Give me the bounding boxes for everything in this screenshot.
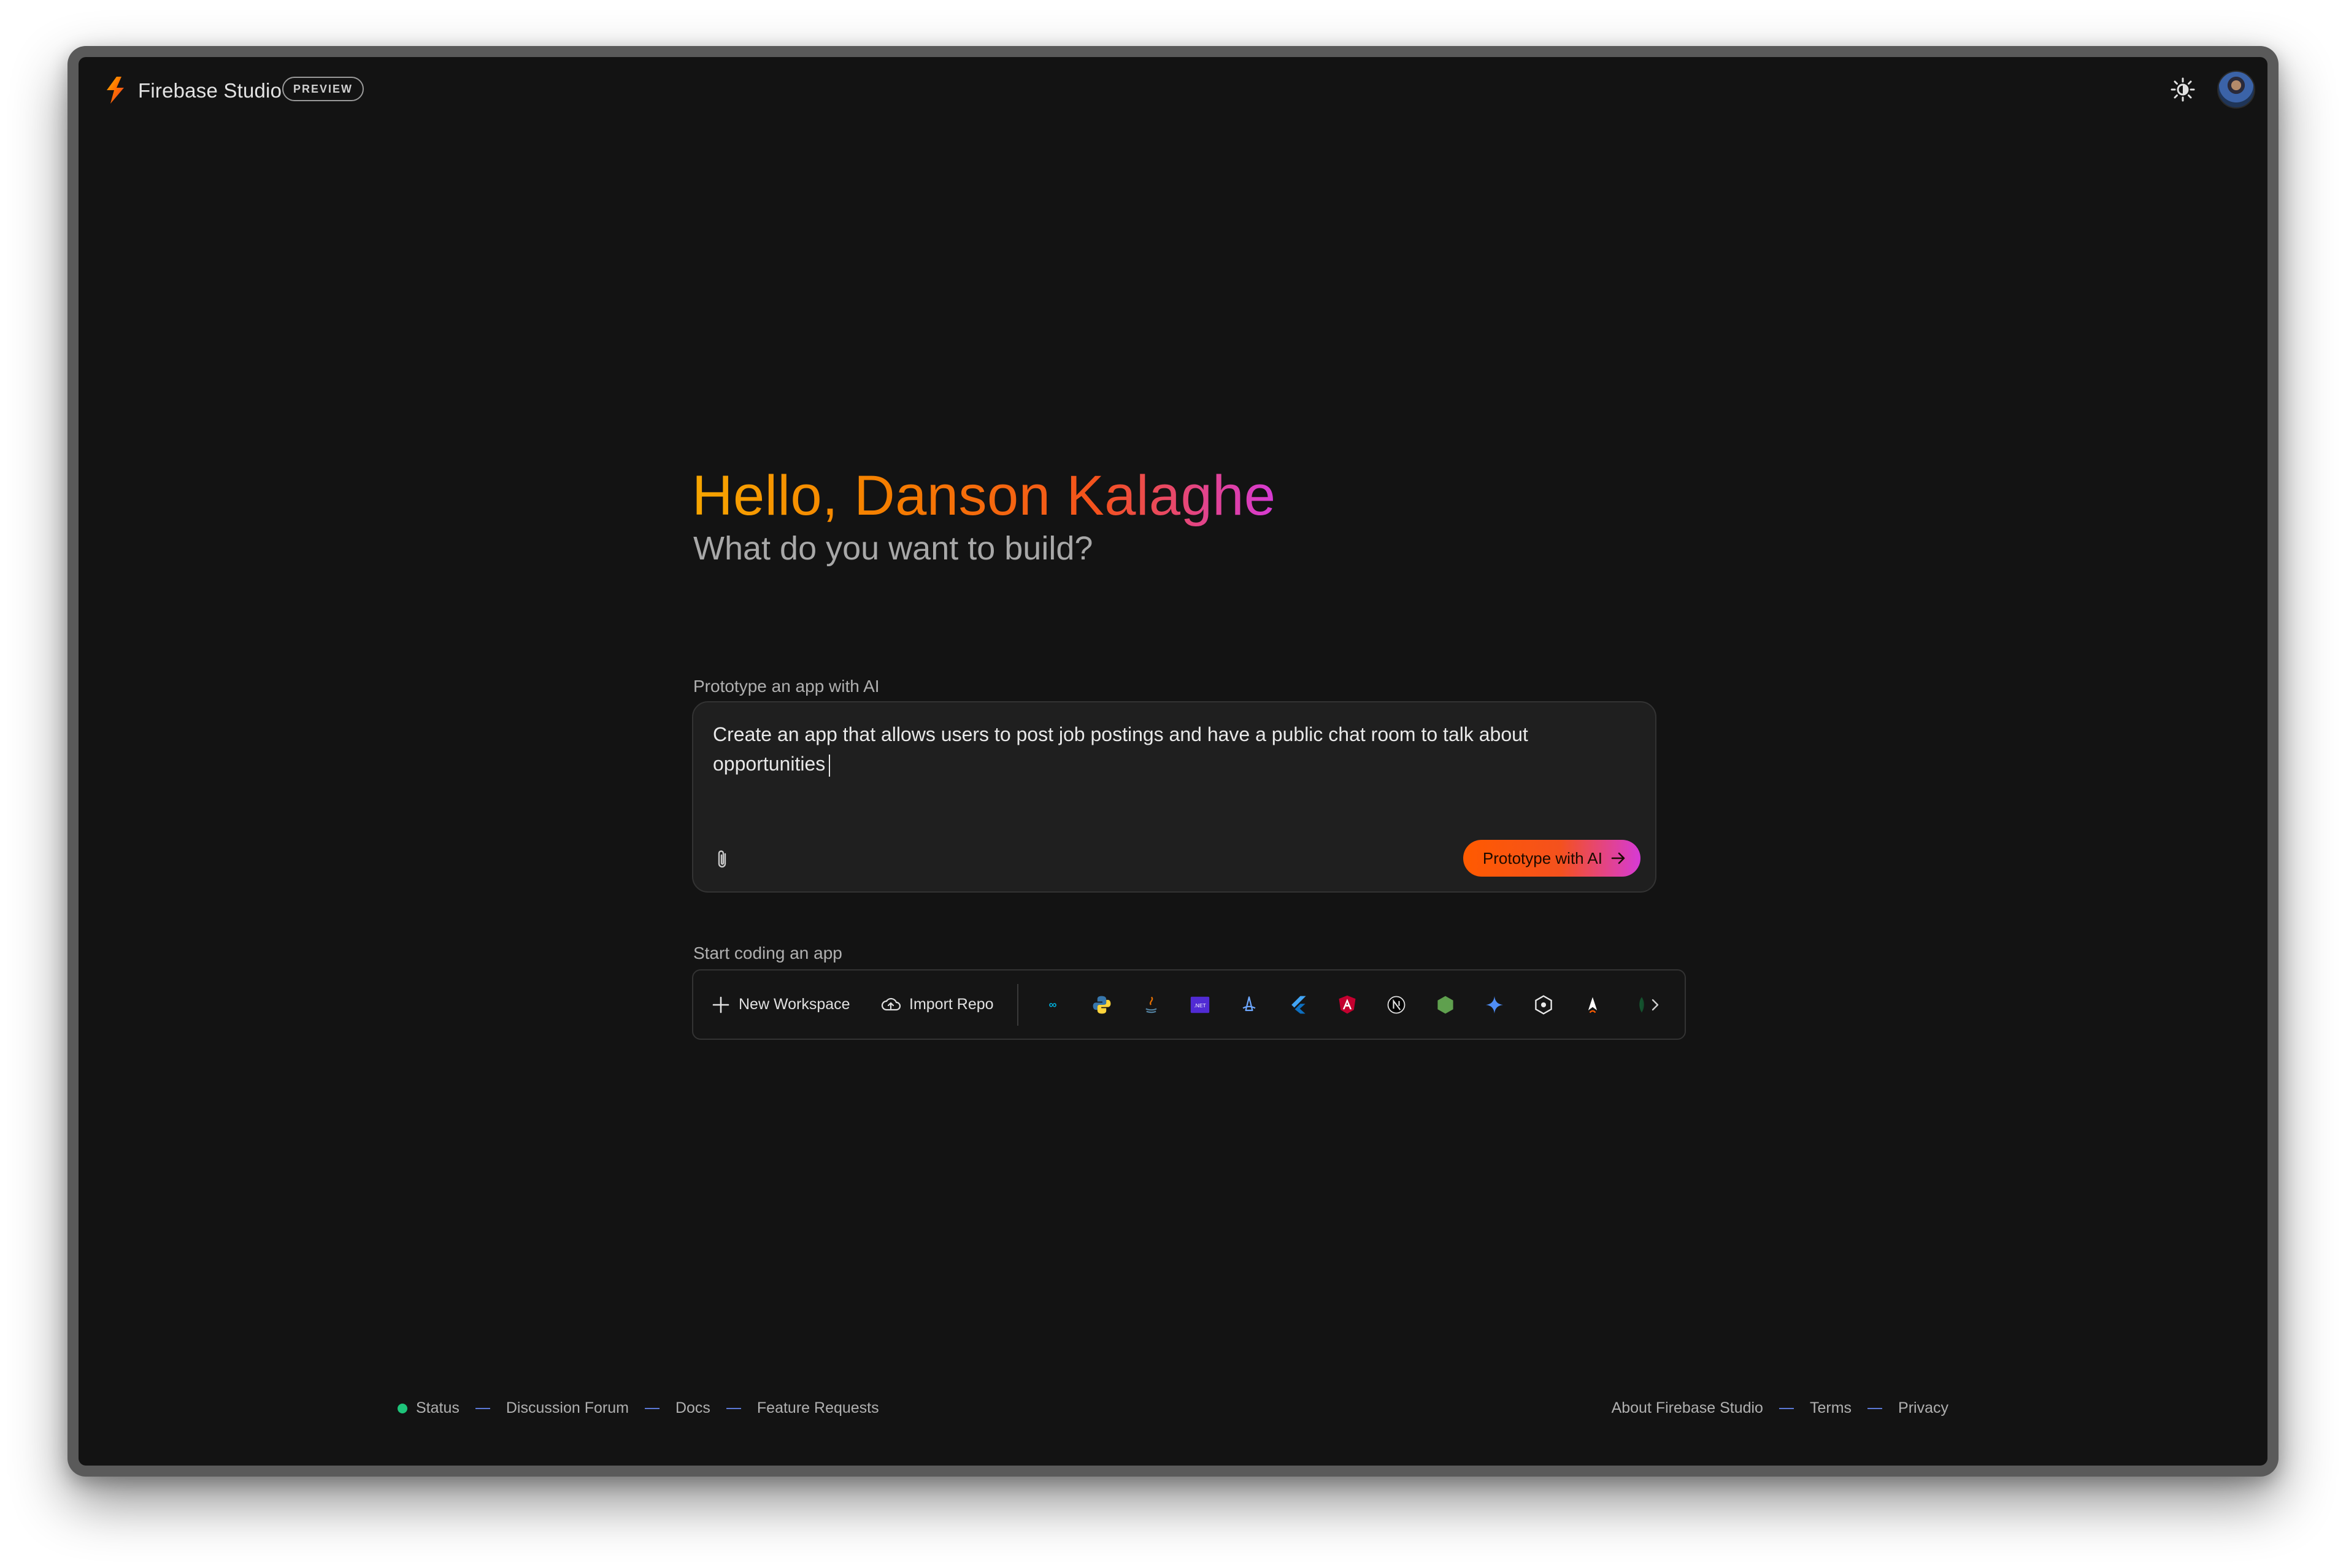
bar-divider [1017, 984, 1018, 1026]
footer-separator [1867, 1407, 1883, 1409]
coding-section-label: Start coding an app [693, 943, 842, 963]
footer-separator [1779, 1407, 1794, 1409]
top-bar: Firebase Studio PREVIEW [79, 57, 2267, 118]
svg-text:∞: ∞ [1049, 998, 1057, 1010]
nextjs-icon[interactable] [1383, 991, 1410, 1018]
browser-window: Firebase Studio PREVIEW Hello, Danson Ka… [67, 46, 2279, 1477]
status-indicator-icon [398, 1403, 407, 1413]
text-caret [829, 754, 831, 777]
prompt-text-value: Create an app that allows users to post … [713, 723, 1528, 775]
greeting-subtitle: What do you want to build? [693, 530, 1093, 567]
astro-a-icon[interactable] [1579, 991, 1606, 1018]
paperclip-icon [718, 850, 726, 868]
footer-docs-link[interactable]: Docs [675, 1399, 710, 1417]
start-coding-bar: New Workspace Import Repo ∞ .NET [692, 969, 1686, 1040]
footer-discussion-forum-link[interactable]: Discussion Forum [506, 1399, 629, 1417]
astro-icon[interactable] [1236, 991, 1263, 1018]
svg-text:.NET: .NET [1194, 1002, 1206, 1009]
go-icon[interactable]: ∞ [1039, 991, 1066, 1018]
brand-name[interactable]: Firebase Studio [138, 79, 282, 102]
greeting-title: Hello, Danson Kalaghe [692, 464, 1276, 527]
prototype-with-ai-button[interactable]: Prototype with AI [1463, 840, 1640, 877]
import-repo-label: Import Repo [909, 996, 994, 1013]
prompt-input-box[interactable]: Create an app that allows users to post … [692, 701, 1656, 893]
hexagon-icon[interactable] [1530, 991, 1557, 1018]
footer-status-link[interactable]: Status [416, 1399, 460, 1417]
brightness-icon [2171, 77, 2195, 102]
footer-privacy-link[interactable]: Privacy [1898, 1399, 1948, 1417]
attach-button[interactable] [710, 847, 735, 872]
app-screen: Firebase Studio PREVIEW Hello, Danson Ka… [79, 57, 2267, 1466]
new-workspace-button[interactable]: New Workspace [712, 970, 850, 1039]
new-workspace-label: New Workspace [739, 996, 850, 1013]
cloud-upload-icon [881, 997, 901, 1010]
java-icon[interactable] [1137, 991, 1164, 1018]
flutter-icon[interactable] [1285, 991, 1312, 1018]
scroll-next-button[interactable] [1638, 988, 1672, 1022]
chevron-right-icon [1652, 999, 1659, 1011]
prototype-button-label: Prototype with AI [1482, 848, 1602, 867]
footer-separator [644, 1407, 660, 1409]
import-repo-button[interactable]: Import Repo [881, 970, 994, 1039]
preview-badge: PREVIEW [282, 77, 364, 101]
theme-toggle-button[interactable] [2169, 75, 2197, 104]
gemini-icon[interactable] [1481, 991, 1508, 1018]
nodejs-icon[interactable] [1432, 991, 1459, 1018]
prompt-textarea[interactable]: Create an app that allows users to post … [713, 720, 1609, 778]
angular-icon[interactable] [1334, 991, 1361, 1018]
prototype-section-label: Prototype an app with AI [693, 677, 880, 696]
arrow-right-icon [1611, 852, 1625, 864]
footer-about-link[interactable]: About Firebase Studio [1612, 1399, 1763, 1417]
user-avatar[interactable] [2217, 71, 2255, 109]
plus-icon [712, 996, 729, 1013]
footer-terms-link[interactable]: Terms [1810, 1399, 1852, 1417]
footer-separator [475, 1407, 490, 1409]
python-icon[interactable] [1088, 991, 1115, 1018]
footer-links-right: About Firebase Studio Terms Privacy [1612, 1399, 1948, 1417]
footer-feature-requests-link[interactable]: Feature Requests [757, 1399, 879, 1417]
footer-separator [726, 1407, 741, 1409]
footer-links-left: Status Discussion Forum Docs Feature Req… [398, 1399, 879, 1417]
firebase-logo-icon [107, 77, 124, 104]
dotnet-icon[interactable]: .NET [1186, 991, 1213, 1018]
